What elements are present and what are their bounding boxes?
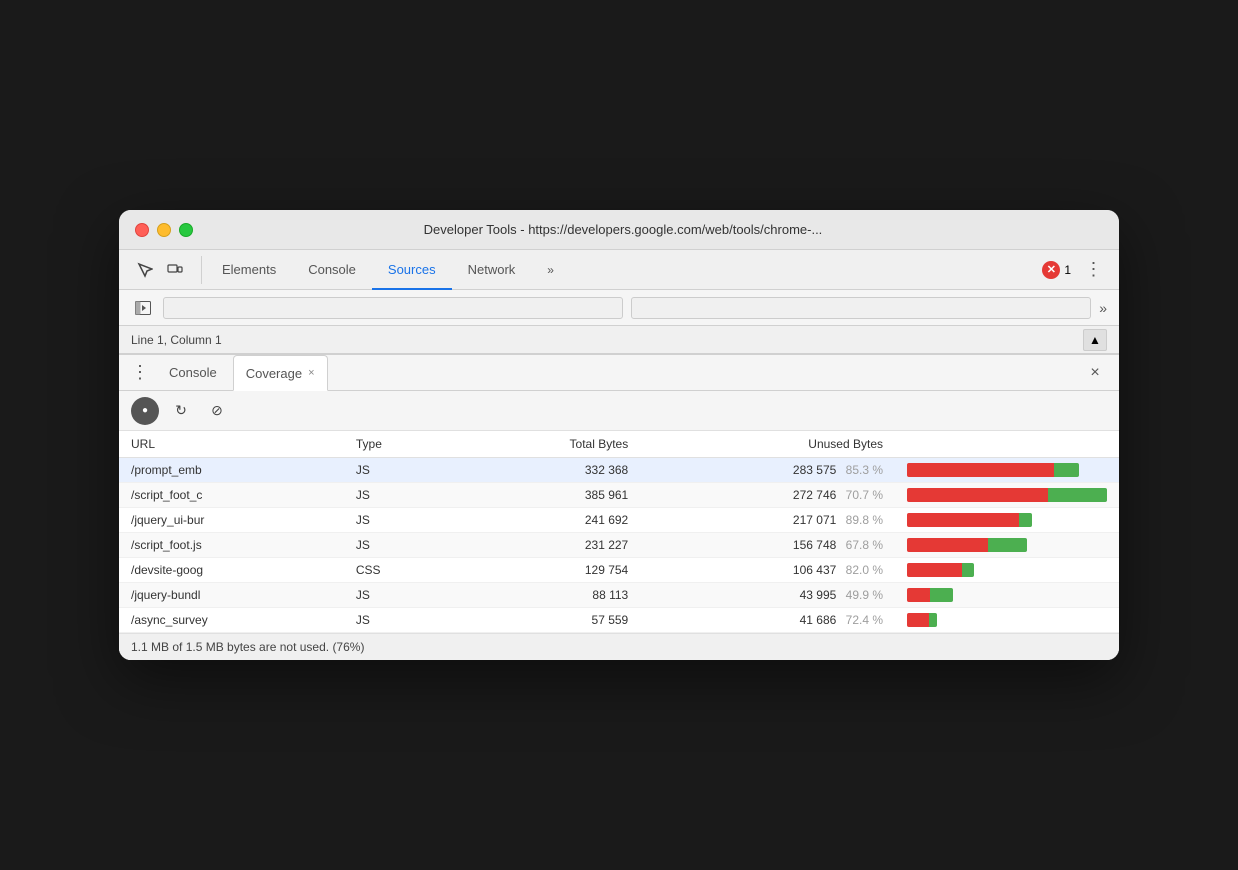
coverage-footer: 1.1 MB of 1.5 MB bytes are not used. (76… bbox=[119, 633, 1119, 660]
record-coverage-button[interactable]: ● bbox=[131, 397, 159, 425]
col-unused-bytes[interactable]: Unused Bytes bbox=[640, 431, 895, 458]
main-tabs: Elements Console Sources Network » bbox=[206, 250, 1042, 290]
cell-bar bbox=[895, 483, 1119, 508]
cell-bar bbox=[895, 558, 1119, 583]
drawer-tab-console[interactable]: Console bbox=[157, 355, 229, 391]
sources-subbar: » bbox=[119, 290, 1119, 326]
cell-bar bbox=[895, 608, 1119, 633]
drawer-panel: ⋮ Console Coverage × × ● ↻ ⊘ bbox=[119, 354, 1119, 660]
cell-unused-bytes: 41 686 72.4 % bbox=[640, 608, 895, 633]
table-row[interactable]: /prompt_emb JS 332 368 283 575 85.3 % bbox=[119, 458, 1119, 483]
cell-total-bytes: 88 113 bbox=[456, 583, 641, 608]
table-row[interactable]: /jquery-bundl JS 88 113 43 995 49.9 % bbox=[119, 583, 1119, 608]
cell-type: CSS bbox=[344, 558, 456, 583]
cell-url: /jquery_ui-bur bbox=[119, 508, 344, 533]
clear-coverage-button[interactable]: ⊘ bbox=[203, 397, 231, 425]
status-bar: Line 1, Column 1 ▲ bbox=[119, 326, 1119, 354]
cell-unused-bytes: 156 748 67.8 % bbox=[640, 533, 895, 558]
cell-bar bbox=[895, 508, 1119, 533]
table-row[interactable]: /devsite-goog CSS 129 754 106 437 82.0 % bbox=[119, 558, 1119, 583]
window-title: Developer Tools - https://developers.goo… bbox=[143, 222, 1103, 237]
chevron-right-icon[interactable]: » bbox=[1099, 300, 1107, 316]
cell-total-bytes: 231 227 bbox=[456, 533, 641, 558]
more-menu-button[interactable]: ⋮ bbox=[1079, 256, 1107, 284]
panel-sidebar-icon[interactable] bbox=[131, 296, 155, 320]
tab-more[interactable]: » bbox=[531, 250, 570, 290]
devtools-window: Developer Tools - https://developers.goo… bbox=[119, 210, 1119, 660]
search-input[interactable] bbox=[631, 297, 1091, 319]
error-icon: ✕ bbox=[1042, 261, 1060, 279]
cell-total-bytes: 241 692 bbox=[456, 508, 641, 533]
cell-bar bbox=[895, 583, 1119, 608]
cell-url: /devsite-goog bbox=[119, 558, 344, 583]
cell-unused-bytes: 272 746 70.7 % bbox=[640, 483, 895, 508]
cell-unused-bytes: 217 071 89.8 % bbox=[640, 508, 895, 533]
cell-url: /jquery-bundl bbox=[119, 583, 344, 608]
drawer-more-button[interactable]: ⋮ bbox=[131, 362, 149, 383]
device-toolbar-icon[interactable] bbox=[161, 256, 189, 284]
coverage-tab-close[interactable]: × bbox=[308, 367, 314, 379]
pretty-print-button[interactable]: ▲ bbox=[1083, 329, 1107, 351]
coverage-table-container: URL Type Total Bytes Unused Bytes /promp… bbox=[119, 431, 1119, 633]
cell-total-bytes: 129 754 bbox=[456, 558, 641, 583]
toolbar-icons bbox=[131, 256, 202, 284]
col-type[interactable]: Type bbox=[344, 431, 456, 458]
source-path-input[interactable] bbox=[163, 297, 623, 319]
reload-coverage-button[interactable]: ↻ bbox=[167, 397, 195, 425]
cell-bar bbox=[895, 458, 1119, 483]
cell-total-bytes: 385 961 bbox=[456, 483, 641, 508]
tab-elements[interactable]: Elements bbox=[206, 250, 292, 290]
toolbar-right: ✕ 1 ⋮ bbox=[1042, 256, 1107, 284]
col-total-bytes[interactable]: Total Bytes bbox=[456, 431, 641, 458]
cell-url: /async_survey bbox=[119, 608, 344, 633]
status-text: Line 1, Column 1 bbox=[131, 333, 222, 347]
drawer-close-button[interactable]: × bbox=[1083, 361, 1107, 385]
cell-total-bytes: 332 368 bbox=[456, 458, 641, 483]
coverage-toolbar: ● ↻ ⊘ bbox=[119, 391, 1119, 431]
cell-bar bbox=[895, 533, 1119, 558]
main-toolbar: Elements Console Sources Network » ✕ 1 ⋮ bbox=[119, 250, 1119, 290]
drawer-tab-coverage[interactable]: Coverage × bbox=[233, 355, 328, 391]
cell-unused-bytes: 283 575 85.3 % bbox=[640, 458, 895, 483]
cell-unused-bytes: 43 995 49.9 % bbox=[640, 583, 895, 608]
col-url[interactable]: URL bbox=[119, 431, 344, 458]
table-row[interactable]: /jquery_ui-bur JS 241 692 217 071 89.8 % bbox=[119, 508, 1119, 533]
cell-url: /script_foot.js bbox=[119, 533, 344, 558]
cell-type: JS bbox=[344, 458, 456, 483]
cell-unused-bytes: 106 437 82.0 % bbox=[640, 558, 895, 583]
cell-type: JS bbox=[344, 483, 456, 508]
cell-total-bytes: 57 559 bbox=[456, 608, 641, 633]
col-bar bbox=[895, 431, 1119, 458]
drawer-toolbar: ⋮ Console Coverage × × bbox=[119, 355, 1119, 391]
titlebar: Developer Tools - https://developers.goo… bbox=[119, 210, 1119, 250]
table-row[interactable]: /async_survey JS 57 559 41 686 72.4 % bbox=[119, 608, 1119, 633]
cell-type: JS bbox=[344, 533, 456, 558]
tab-sources[interactable]: Sources bbox=[372, 250, 452, 290]
inspect-icon[interactable] bbox=[131, 256, 159, 284]
cell-url: /script_foot_c bbox=[119, 483, 344, 508]
cell-type: JS bbox=[344, 508, 456, 533]
cell-url: /prompt_emb bbox=[119, 458, 344, 483]
cell-type: JS bbox=[344, 583, 456, 608]
cell-type: JS bbox=[344, 608, 456, 633]
tab-network[interactable]: Network bbox=[452, 250, 532, 290]
error-badge[interactable]: ✕ 1 bbox=[1042, 261, 1071, 279]
table-header-row: URL Type Total Bytes Unused Bytes bbox=[119, 431, 1119, 458]
footer-text: 1.1 MB of 1.5 MB bytes are not used. (76… bbox=[131, 640, 364, 654]
table-row[interactable]: /script_foot_c JS 385 961 272 746 70.7 % bbox=[119, 483, 1119, 508]
coverage-table: URL Type Total Bytes Unused Bytes /promp… bbox=[119, 431, 1119, 633]
tab-console[interactable]: Console bbox=[292, 250, 372, 290]
table-row[interactable]: /script_foot.js JS 231 227 156 748 67.8 … bbox=[119, 533, 1119, 558]
